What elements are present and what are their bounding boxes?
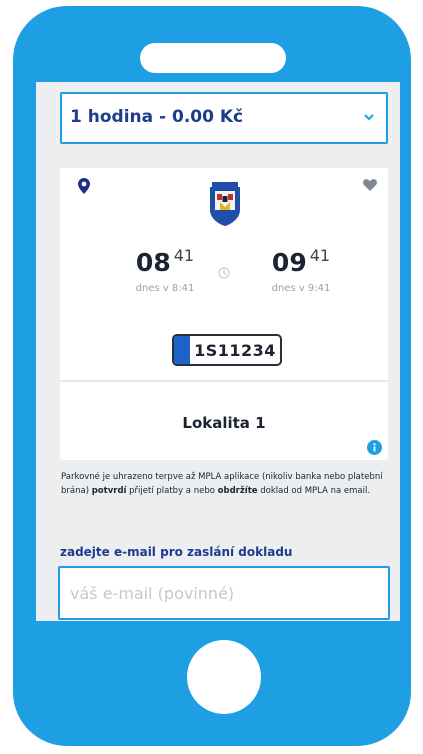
- license-plate[interactable]: 1S11234: [172, 334, 282, 366]
- info-icon[interactable]: [367, 440, 382, 455]
- heart-icon[interactable]: [363, 179, 377, 191]
- phone-speaker: [140, 43, 286, 73]
- start-date-label: dnes v 8:41: [135, 283, 195, 294]
- duration-select[interactable]: 1 hodina - 0.00 Kč: [60, 92, 388, 144]
- end-hours: 09: [271, 248, 307, 277]
- city-coat-of-arms-icon: [210, 182, 240, 226]
- email-field[interactable]: [58, 566, 390, 620]
- phone-home-button[interactable]: [187, 640, 261, 714]
- notice-bold-receive: obdržíte: [217, 486, 258, 496]
- parking-card: 08 41 dnes v 8:41 09 41 dnes v 9:41 1S1123…: [60, 168, 388, 460]
- start-time: 08 41 dnes v 8:41: [115, 246, 215, 294]
- notice-text-2: přijetí platby a nebo: [126, 486, 218, 496]
- end-time: 09 41 dnes v 9:41: [251, 246, 351, 294]
- chevron-down-icon: [364, 114, 374, 120]
- start-hours: 08: [135, 248, 171, 277]
- location-pin-icon: [78, 178, 90, 194]
- payment-notice: Parkovné je uhrazeno terpve až MPLA apli…: [61, 470, 386, 498]
- end-minutes: 41: [309, 246, 331, 265]
- end-date-label: dnes v 9:41: [271, 283, 331, 294]
- location-name: Lokalita 1: [182, 414, 266, 432]
- notice-text-3: doklad od MPLA na email.: [257, 486, 371, 496]
- license-plate-number: 1S11234: [194, 341, 276, 360]
- start-minutes: 41: [173, 246, 195, 265]
- duration-selected-value: 1 hodina - 0.00 Kč: [70, 107, 244, 127]
- notice-bold-confirm: potvrdí: [91, 486, 127, 496]
- plate-country-strip: [174, 336, 190, 364]
- clock-icon: [218, 267, 230, 279]
- card-divider: [60, 380, 388, 382]
- email-field-label: zadejte e-mail pro zaslání dokladu: [60, 545, 293, 559]
